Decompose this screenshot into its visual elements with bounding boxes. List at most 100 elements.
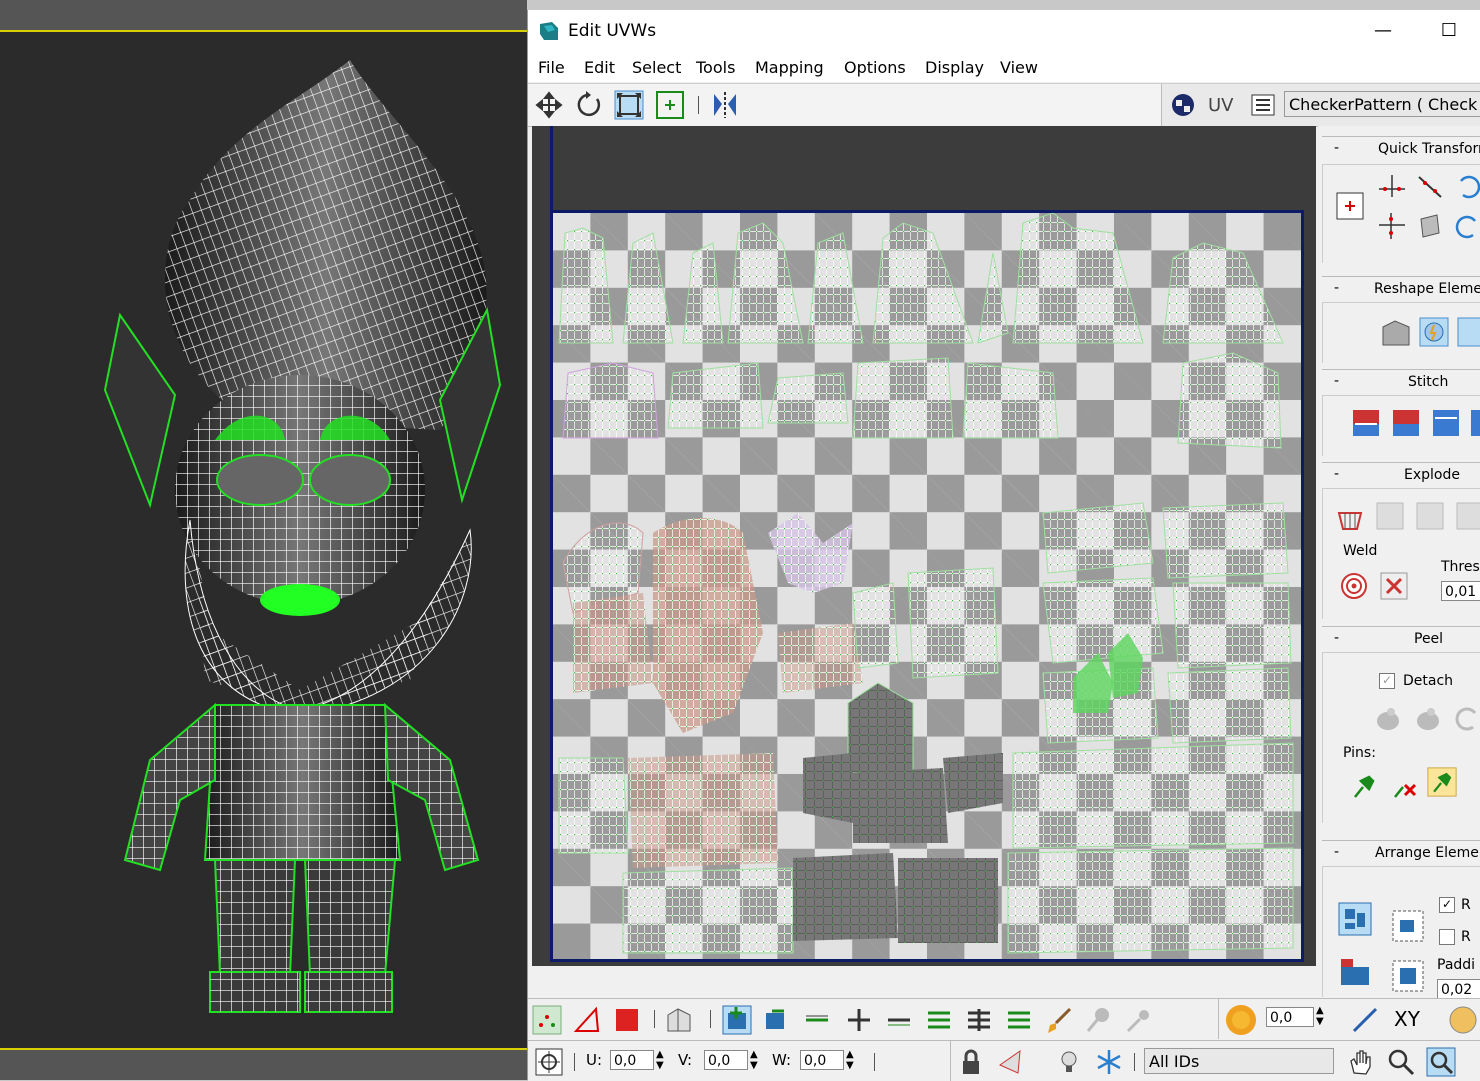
threshold-field[interactable]: 0,01: [1441, 581, 1480, 601]
viewport-footer: [0, 1048, 527, 1080]
grow-select-icon[interactable]: [722, 1005, 752, 1035]
loop-icon[interactable]: [844, 1005, 874, 1035]
straighten-icon[interactable]: [1415, 171, 1445, 201]
relax-lightning-icon[interactable]: [1419, 317, 1449, 347]
list-icon[interactable]: [1248, 90, 1278, 120]
relax-alt-icon[interactable]: [1457, 317, 1480, 347]
peel-rollout[interactable]: - Peel: [1322, 626, 1480, 653]
menu-options[interactable]: Options: [844, 58, 906, 77]
explode-rollout[interactable]: - Explode: [1322, 462, 1480, 489]
pack-normalize-icon[interactable]: [1337, 901, 1373, 937]
hide-icon[interactable]: [996, 1047, 1026, 1077]
falloff-type-icon[interactable]: [1448, 1005, 1478, 1035]
rotate-ccw-icon[interactable]: [1453, 211, 1480, 241]
freeze-icon[interactable]: [1094, 1047, 1124, 1077]
rescale-label: R: [1461, 897, 1471, 913]
padding-label: Paddi: [1437, 957, 1476, 973]
uv-tile[interactable]: [550, 210, 1304, 962]
freeform-icon[interactable]: [655, 90, 685, 120]
lightbulb-icon[interactable]: [1054, 1047, 1084, 1077]
uv-islands: [558, 213, 1294, 954]
weld-label: Weld: [1343, 543, 1378, 559]
break-icon[interactable]: [1335, 503, 1365, 533]
shrink-select-icon[interactable]: [760, 1005, 790, 1035]
v-spinner[interactable]: ▲ ▼: [750, 1049, 758, 1071]
falloff-linear-icon[interactable]: [1350, 1005, 1380, 1035]
menu-select[interactable]: Select: [632, 58, 681, 77]
align-vertical-icon[interactable]: [1377, 211, 1407, 241]
u-label: U:: [586, 1051, 603, 1069]
menu-edit[interactable]: Edit: [584, 58, 615, 77]
hand-pan-icon[interactable]: [1346, 1047, 1376, 1077]
arrange-elements-rollout[interactable]: - Arrange Elemen: [1322, 840, 1480, 867]
v-field[interactable]: 0,0: [704, 1050, 748, 1070]
move-icon[interactable]: [534, 90, 564, 120]
align-horizontal-icon[interactable]: [1377, 171, 1407, 201]
ring-grow-icon[interactable]: [924, 1005, 954, 1035]
zoom-region-icon[interactable]: [1426, 1047, 1456, 1077]
reshape-elements-rollout[interactable]: - Reshape Elemen: [1322, 276, 1480, 303]
zoom-icon[interactable]: [1386, 1047, 1416, 1077]
lock-icon[interactable]: [956, 1047, 986, 1077]
menu-mapping[interactable]: Mapping: [755, 58, 824, 77]
auto-pin-icon[interactable]: [1427, 767, 1457, 797]
face-select-icon[interactable]: [612, 1005, 642, 1035]
weld-selected-icon[interactable]: [1379, 571, 1409, 601]
quick-transform-rollout[interactable]: -Quick Transform: [1322, 136, 1480, 163]
scale-icon[interactable]: [614, 90, 644, 120]
checker-map-icon[interactable]: [1168, 90, 1198, 120]
soft-selection-icon[interactable]: [1224, 1003, 1258, 1037]
falloff-spinner[interactable]: ▲ ▼: [1316, 1005, 1324, 1027]
pack-custom-icon[interactable]: [1391, 909, 1425, 943]
padding-field[interactable]: 0,02: [1437, 979, 1480, 999]
u-field[interactable]: 0,0: [610, 1050, 654, 1070]
stitch-custom-icon[interactable]: [1469, 408, 1480, 438]
rotate-cw-icon[interactable]: [1453, 171, 1480, 201]
u-spinner[interactable]: ▲ ▼: [656, 1049, 664, 1071]
loop-shrink-icon[interactable]: [884, 1005, 914, 1035]
edit-uvws-window: Edit UVWs — ☐ File Edit Select Tools Map…: [527, 10, 1480, 1081]
detach-checkbox[interactable]: ✓: [1379, 673, 1395, 689]
perspective-viewport[interactable]: [0, 0, 527, 1080]
weld-target-icon[interactable]: [1339, 571, 1369, 601]
pack-options-icon[interactable]: [1391, 959, 1425, 993]
w-field[interactable]: 0,0: [800, 1050, 844, 1070]
pin-icon[interactable]: [1349, 771, 1379, 801]
stitch-source-icon[interactable]: [1351, 408, 1381, 438]
uv-editor-canvas[interactable]: [532, 126, 1316, 966]
space-evenly-icon[interactable]: [1415, 211, 1445, 241]
xy-space-button[interactable]: XY: [1394, 1007, 1420, 1031]
rescale-checkbox[interactable]: ✓: [1439, 897, 1455, 913]
unpin-icon[interactable]: [1389, 771, 1419, 801]
ring-icon[interactable]: [964, 1005, 994, 1035]
rotate-checkbox[interactable]: [1439, 929, 1455, 945]
element-select-icon[interactable]: [664, 1005, 694, 1035]
loop-grow-icon[interactable]: [802, 1005, 832, 1035]
stitch-target-icon[interactable]: [1431, 408, 1461, 438]
stitch-average-icon[interactable]: [1391, 408, 1421, 438]
ring-shrink-icon[interactable]: [1004, 1005, 1034, 1035]
menu-display[interactable]: Display: [925, 58, 984, 77]
v-label: V:: [678, 1051, 693, 1069]
vertex-select-icon[interactable]: [532, 1005, 562, 1035]
absolute-offset-icon[interactable]: [534, 1047, 564, 1077]
menu-view[interactable]: View: [1000, 58, 1038, 77]
relax-icon[interactable]: [1381, 317, 1411, 347]
rotate-label: R: [1461, 929, 1471, 945]
maximize-button[interactable]: ☐: [1426, 16, 1472, 46]
edge-select-icon[interactable]: [572, 1005, 602, 1035]
menu-tools[interactable]: Tools: [696, 58, 735, 77]
texture-dropdown[interactable]: CheckerPattern ( Check: [1284, 91, 1480, 117]
paint-select-icon[interactable]: [1044, 1005, 1074, 1035]
menu-file[interactable]: File: [538, 58, 565, 77]
pivot-icon[interactable]: [1335, 191, 1365, 221]
material-id-dropdown[interactable]: All IDs: [1144, 1048, 1334, 1074]
rotate-icon[interactable]: [574, 90, 604, 120]
stitch-rollout[interactable]: - Stitch: [1322, 369, 1480, 396]
pack-together-icon[interactable]: [1337, 953, 1373, 989]
uv-tools-panel: -Quick Transform -Reshape Elemen -Stitch…: [1318, 126, 1480, 999]
minimize-button[interactable]: —: [1360, 16, 1406, 46]
falloff-field[interactable]: 0,0: [1266, 1007, 1314, 1027]
mirror-icon[interactable]: [710, 90, 740, 120]
w-spinner[interactable]: ▲ ▼: [846, 1049, 854, 1071]
